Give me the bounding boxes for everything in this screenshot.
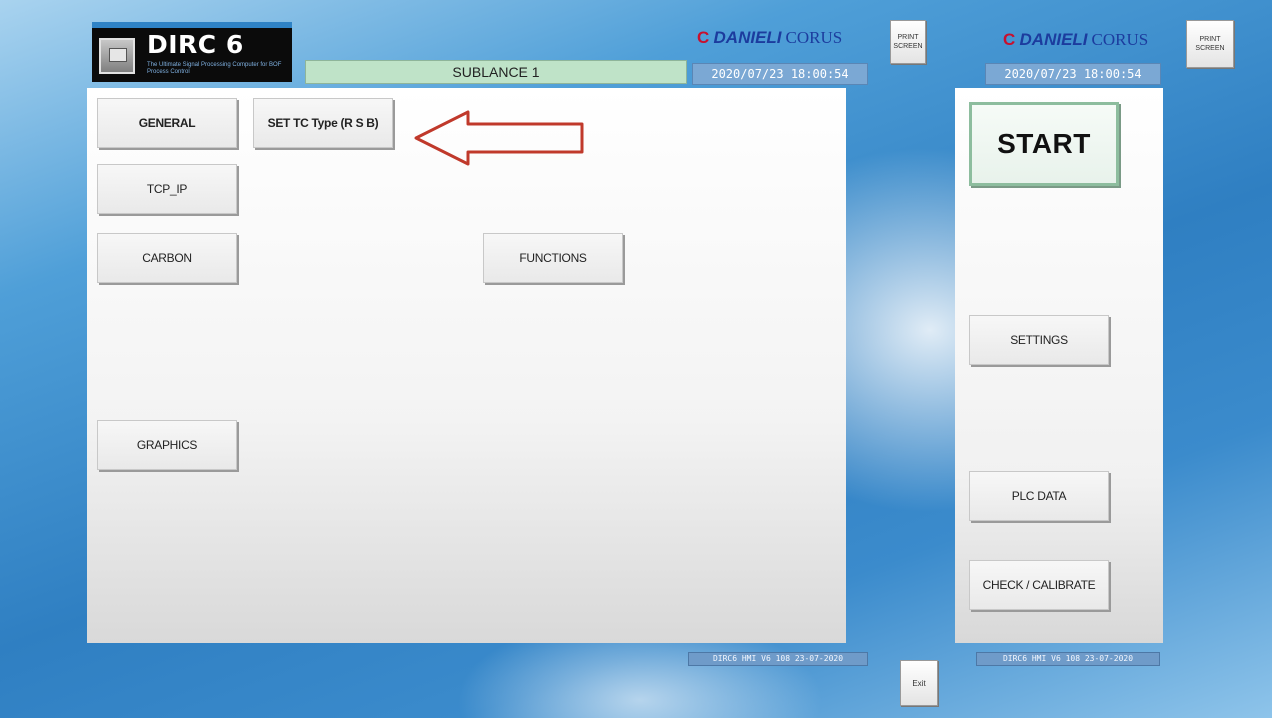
start-button[interactable]: START (969, 102, 1119, 186)
carbon-button[interactable]: CARBON (97, 233, 237, 283)
annotation-arrow-icon (414, 110, 584, 166)
print-screen-button-left[interactable]: PRINT SCREEN (890, 20, 926, 64)
exit-button[interactable]: Exit (900, 660, 938, 706)
brand-mark-icon: C (697, 28, 710, 47)
danieli-corus-logo-left: C DANIELI CORUS (697, 28, 843, 47)
tcp-ip-button[interactable]: TCP_IP (97, 164, 237, 214)
logo-subtitle: The Ultimate Signal Processing Computer … (147, 62, 282, 75)
general-button[interactable]: GENERAL (97, 98, 237, 148)
functions-button[interactable]: FUNCTIONS (483, 233, 623, 283)
graphics-button[interactable]: GRAPHICS (97, 420, 237, 470)
version-label-right: DIRC6 HMI V6 108 23-07-2020 (976, 652, 1160, 666)
check-calibrate-button[interactable]: CHECK / CALIBRATE (969, 560, 1109, 610)
set-tc-type-button[interactable]: SET TC Type (R S B) (253, 98, 393, 148)
sublance-title-bar: SUBLANCE 1 (305, 60, 687, 84)
danieli-corus-logo-right: C DANIELI CORUS (1003, 30, 1149, 49)
plc-data-button[interactable]: PLC DATA (969, 471, 1109, 521)
settings-button[interactable]: SETTINGS (969, 315, 1109, 365)
dirc6-logo: DIRC 6 The Ultimate Signal Processing Co… (92, 22, 292, 82)
control-panel: START SETTINGS PLC DATA CHECK / CALIBRAT… (955, 88, 1163, 643)
brand-mark-icon: C (1003, 30, 1016, 49)
datetime-display-left: 2020/07/23 18:00:54 (692, 63, 868, 85)
main-menu-panel: GENERAL SET TC Type (R S B) TCP_IP CARBO… (87, 88, 846, 643)
datetime-display-right: 2020/07/23 18:00:54 (985, 63, 1161, 85)
monitor-icon (99, 38, 135, 74)
logo-title: DIRC 6 (147, 30, 244, 59)
version-label-left: DIRC6 HMI V6 108 23-07-2020 (688, 652, 868, 666)
print-screen-button-right[interactable]: PRINT SCREEN (1186, 20, 1234, 68)
